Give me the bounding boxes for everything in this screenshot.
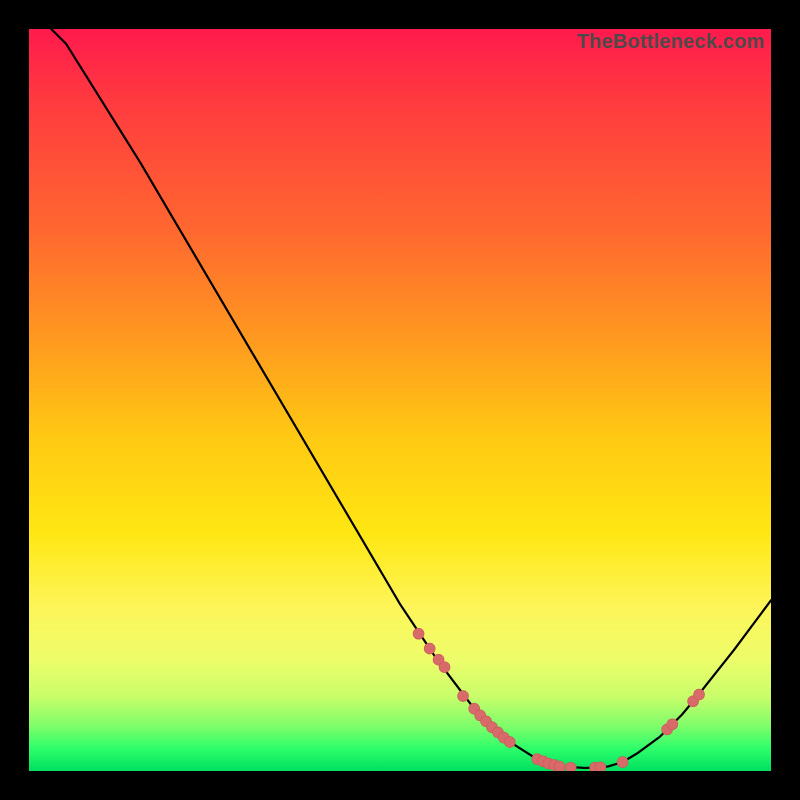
bottleneck-curve [29, 29, 771, 768]
data-marker [424, 643, 435, 654]
chart-svg [29, 29, 771, 771]
data-marker [595, 762, 606, 771]
data-marker [504, 737, 515, 748]
data-marker [565, 762, 576, 771]
data-markers [413, 628, 704, 771]
data-marker [667, 719, 678, 730]
data-marker [554, 761, 565, 771]
data-marker [458, 691, 469, 702]
data-marker [617, 757, 628, 768]
data-marker [439, 662, 450, 673]
plot-area: TheBottleneck.com [29, 29, 771, 771]
data-marker [413, 628, 424, 639]
chart-container: TheBottleneck.com [0, 0, 800, 800]
data-marker [694, 689, 705, 700]
